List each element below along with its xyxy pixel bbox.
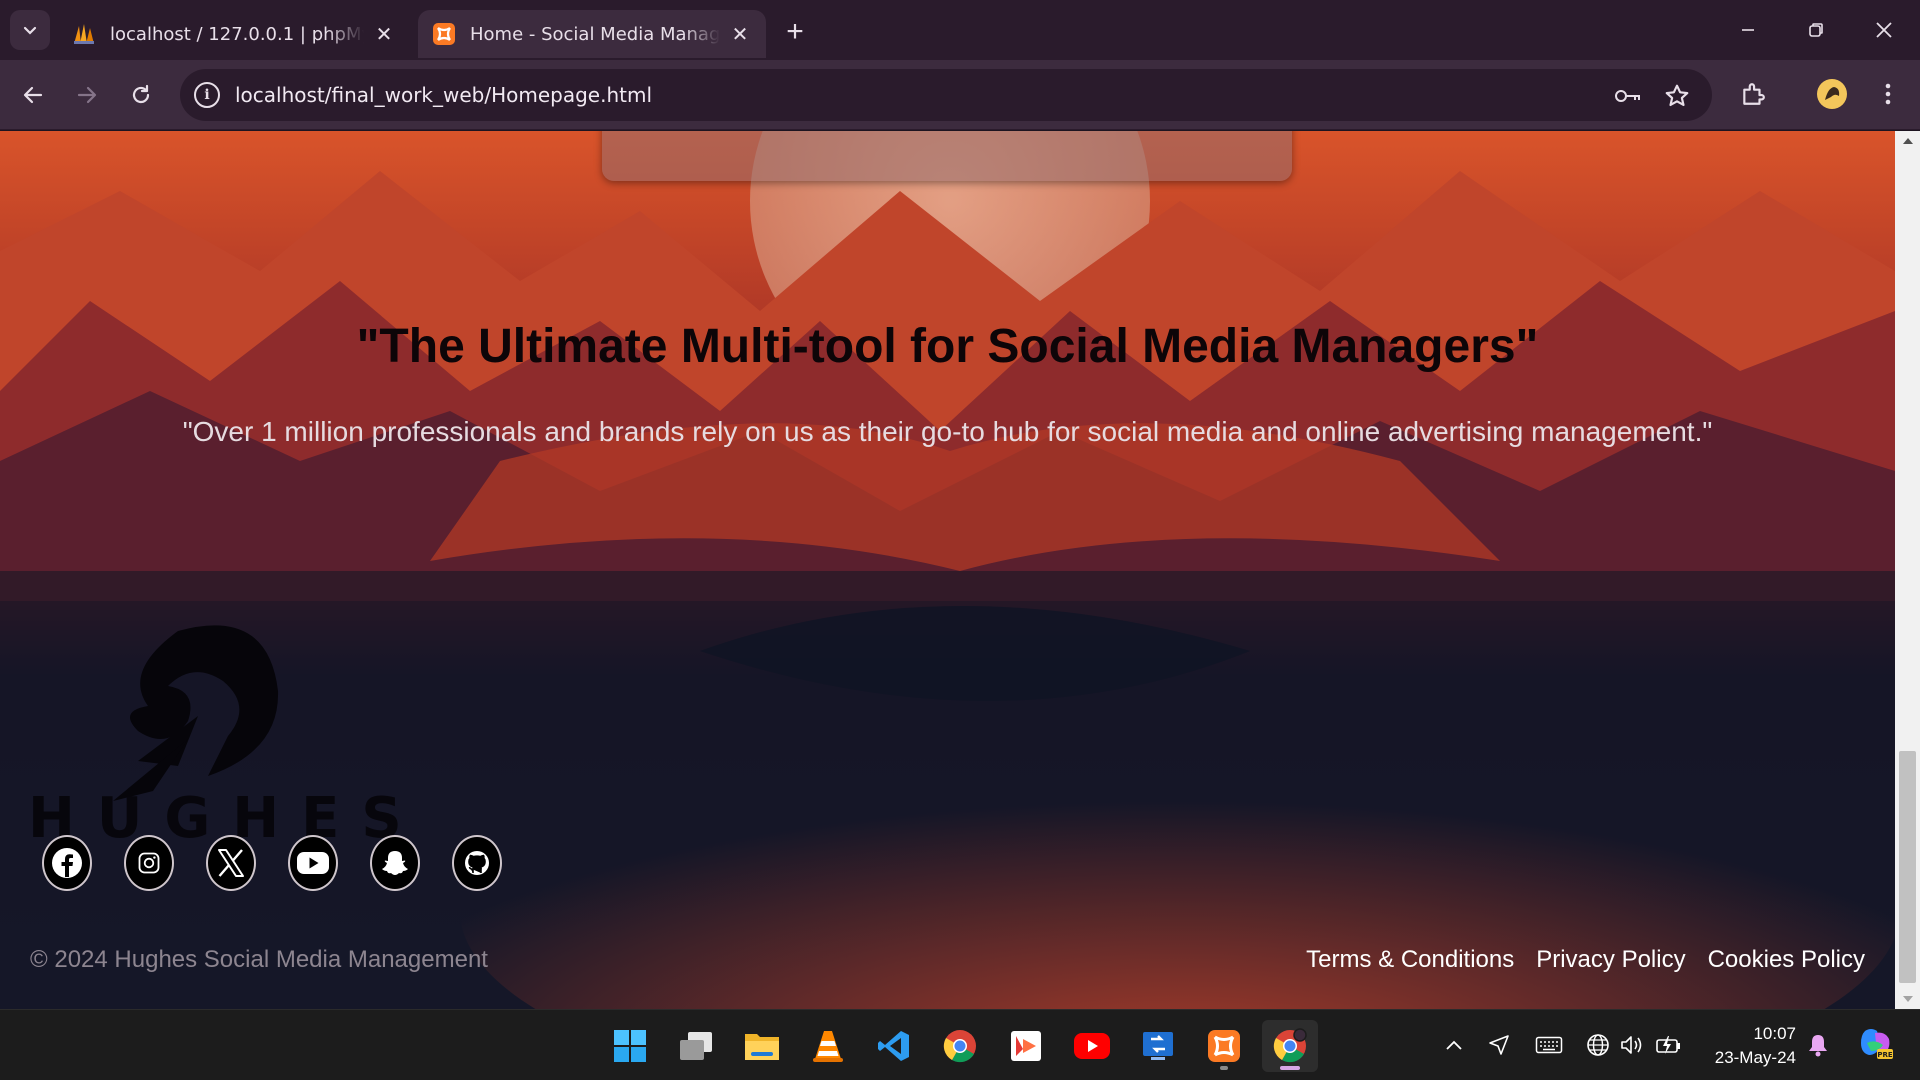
windows-start-icon xyxy=(614,1030,646,1062)
xampp-button[interactable] xyxy=(1196,1020,1252,1072)
forward-button[interactable] xyxy=(66,74,108,116)
site-info-icon[interactable]: i xyxy=(194,82,220,108)
system-clock[interactable]: 10:07 23-May-24 xyxy=(1700,1022,1796,1070)
keyboard-icon[interactable] xyxy=(1534,1030,1564,1060)
phpmyadmin-icon xyxy=(74,24,94,44)
remote-desktop-button[interactable] xyxy=(1130,1020,1186,1072)
media-player-icon xyxy=(1011,1031,1041,1061)
youtube-icon xyxy=(1074,1033,1110,1059)
youtube-link[interactable] xyxy=(288,835,338,891)
facebook-link[interactable] xyxy=(42,835,92,891)
tab-strip: localhost / 127.0.0.1 | phpMyAdmin ✕ Hom… xyxy=(0,0,1920,60)
scroll-down-arrow-icon[interactable] xyxy=(1895,989,1920,1009)
close-tab-icon[interactable]: ✕ xyxy=(728,22,752,46)
github-icon xyxy=(465,851,489,875)
vlc-button[interactable] xyxy=(800,1020,856,1072)
x-link[interactable] xyxy=(206,835,256,891)
tab-title: localhost / 127.0.0.1 | phpMyAdmin xyxy=(110,23,364,45)
profile-avatar[interactable] xyxy=(1814,76,1850,112)
file-explorer-icon xyxy=(745,1034,779,1060)
arrow-right-icon xyxy=(77,86,97,104)
close-tab-icon[interactable]: ✕ xyxy=(372,22,396,46)
scroll-up-arrow-icon[interactable] xyxy=(1895,131,1920,151)
footer-link-terms[interactable]: Terms & Conditions xyxy=(1306,946,1514,974)
chevron-down-icon xyxy=(23,26,37,35)
copyright-text: © 2024 Hughes Social Media Management xyxy=(30,946,488,973)
copilot-icon[interactable]: PRE xyxy=(1856,1024,1896,1064)
more-menu-icon[interactable] xyxy=(1870,76,1906,112)
vlc-icon xyxy=(813,1031,843,1062)
password-key-icon[interactable] xyxy=(1613,81,1643,111)
page-subline: "Over 1 million professionals and brands… xyxy=(182,416,1713,447)
clock-date: 23-May-24 xyxy=(1714,1048,1796,1067)
url-text[interactable]: localhost/final_work_web/Homepage.html xyxy=(235,83,652,107)
footer-link-privacy[interactable]: Privacy Policy xyxy=(1536,946,1685,974)
battery-charging-icon[interactable] xyxy=(1654,1030,1684,1060)
scroll-thumb[interactable] xyxy=(1899,751,1916,983)
restore-button[interactable] xyxy=(1782,0,1850,60)
snapchat-link[interactable] xyxy=(370,835,420,891)
tab-homepage[interactable]: Home - Social Media Management ✕ xyxy=(418,10,766,58)
remote-desktop-icon xyxy=(1143,1032,1173,1060)
instagram-icon xyxy=(138,852,160,874)
x-icon xyxy=(218,849,244,877)
tab-title: Home - Social Media Management xyxy=(470,23,720,45)
task-view-button[interactable] xyxy=(668,1020,724,1072)
svg-text:PRE: PRE xyxy=(1877,1051,1893,1059)
minimize-icon xyxy=(1742,29,1754,31)
windows-start-button[interactable] xyxy=(602,1020,658,1072)
address-bar[interactable]: i localhost/final_work_web/Homepage.html xyxy=(180,69,1712,121)
page-viewport: "The Ultimate Multi-tool for Social Medi… xyxy=(0,131,1895,1009)
instagram-link[interactable] xyxy=(124,835,174,891)
clock-time: 10:07 xyxy=(1753,1024,1796,1043)
xampp-icon xyxy=(1208,1030,1240,1062)
vscode-icon xyxy=(878,1031,909,1061)
facebook-icon xyxy=(52,848,82,878)
network-globe-icon[interactable] xyxy=(1583,1030,1613,1060)
running-indicator xyxy=(1220,1066,1228,1070)
restore-icon xyxy=(1809,23,1823,37)
minimize-button[interactable] xyxy=(1714,0,1782,60)
media-player-button[interactable] xyxy=(998,1020,1054,1072)
location-icon[interactable] xyxy=(1484,1030,1514,1060)
arrow-left-icon xyxy=(23,86,43,104)
notification-bell-icon[interactable] xyxy=(1803,1030,1833,1060)
youtube-app-button[interactable] xyxy=(1064,1020,1120,1072)
footer-link-cookies[interactable]: Cookies Policy xyxy=(1708,946,1865,974)
chrome-profile-icon xyxy=(1273,1028,1307,1063)
back-button[interactable] xyxy=(12,74,54,116)
page-headline: "The Ultimate Multi-tool for Social Medi… xyxy=(356,320,1539,373)
snapchat-icon xyxy=(382,851,408,875)
chrome-icon xyxy=(943,1030,976,1063)
close-window-button[interactable] xyxy=(1850,0,1918,60)
extensions-icon[interactable] xyxy=(1735,76,1771,112)
reload-icon xyxy=(132,84,150,104)
bookmark-star-icon[interactable] xyxy=(1662,81,1692,111)
xampp-icon xyxy=(433,23,455,45)
windows-taskbar: 10:07 23-May-24 PRE xyxy=(0,1009,1920,1080)
vscode-button[interactable] xyxy=(866,1020,922,1072)
chrome-profile-button[interactable] xyxy=(1262,1020,1318,1072)
tab-search-button[interactable] xyxy=(10,10,50,50)
chrome-button[interactable] xyxy=(932,1020,988,1072)
browser-toolbar: i localhost/final_work_web/Homepage.html xyxy=(0,60,1920,130)
new-tab-button[interactable]: + xyxy=(775,12,815,52)
close-icon xyxy=(1876,22,1892,38)
active-indicator xyxy=(1280,1066,1300,1070)
page-scrollbar[interactable] xyxy=(1895,131,1920,1009)
reload-button[interactable] xyxy=(120,74,162,116)
show-hidden-icons-icon[interactable] xyxy=(1439,1030,1469,1060)
youtube-icon xyxy=(297,852,329,874)
tab-phpmyadmin[interactable]: localhost / 127.0.0.1 | phpMyAdmin ✕ xyxy=(58,10,410,58)
file-explorer-button[interactable] xyxy=(734,1020,790,1072)
footer-links: Terms & Conditions Privacy Policy Cookie… xyxy=(1306,946,1865,974)
volume-icon[interactable] xyxy=(1617,1030,1647,1060)
hero-card xyxy=(602,131,1292,181)
github-link[interactable] xyxy=(452,835,502,891)
social-links xyxy=(42,835,502,891)
task-view-icon xyxy=(680,1032,712,1060)
